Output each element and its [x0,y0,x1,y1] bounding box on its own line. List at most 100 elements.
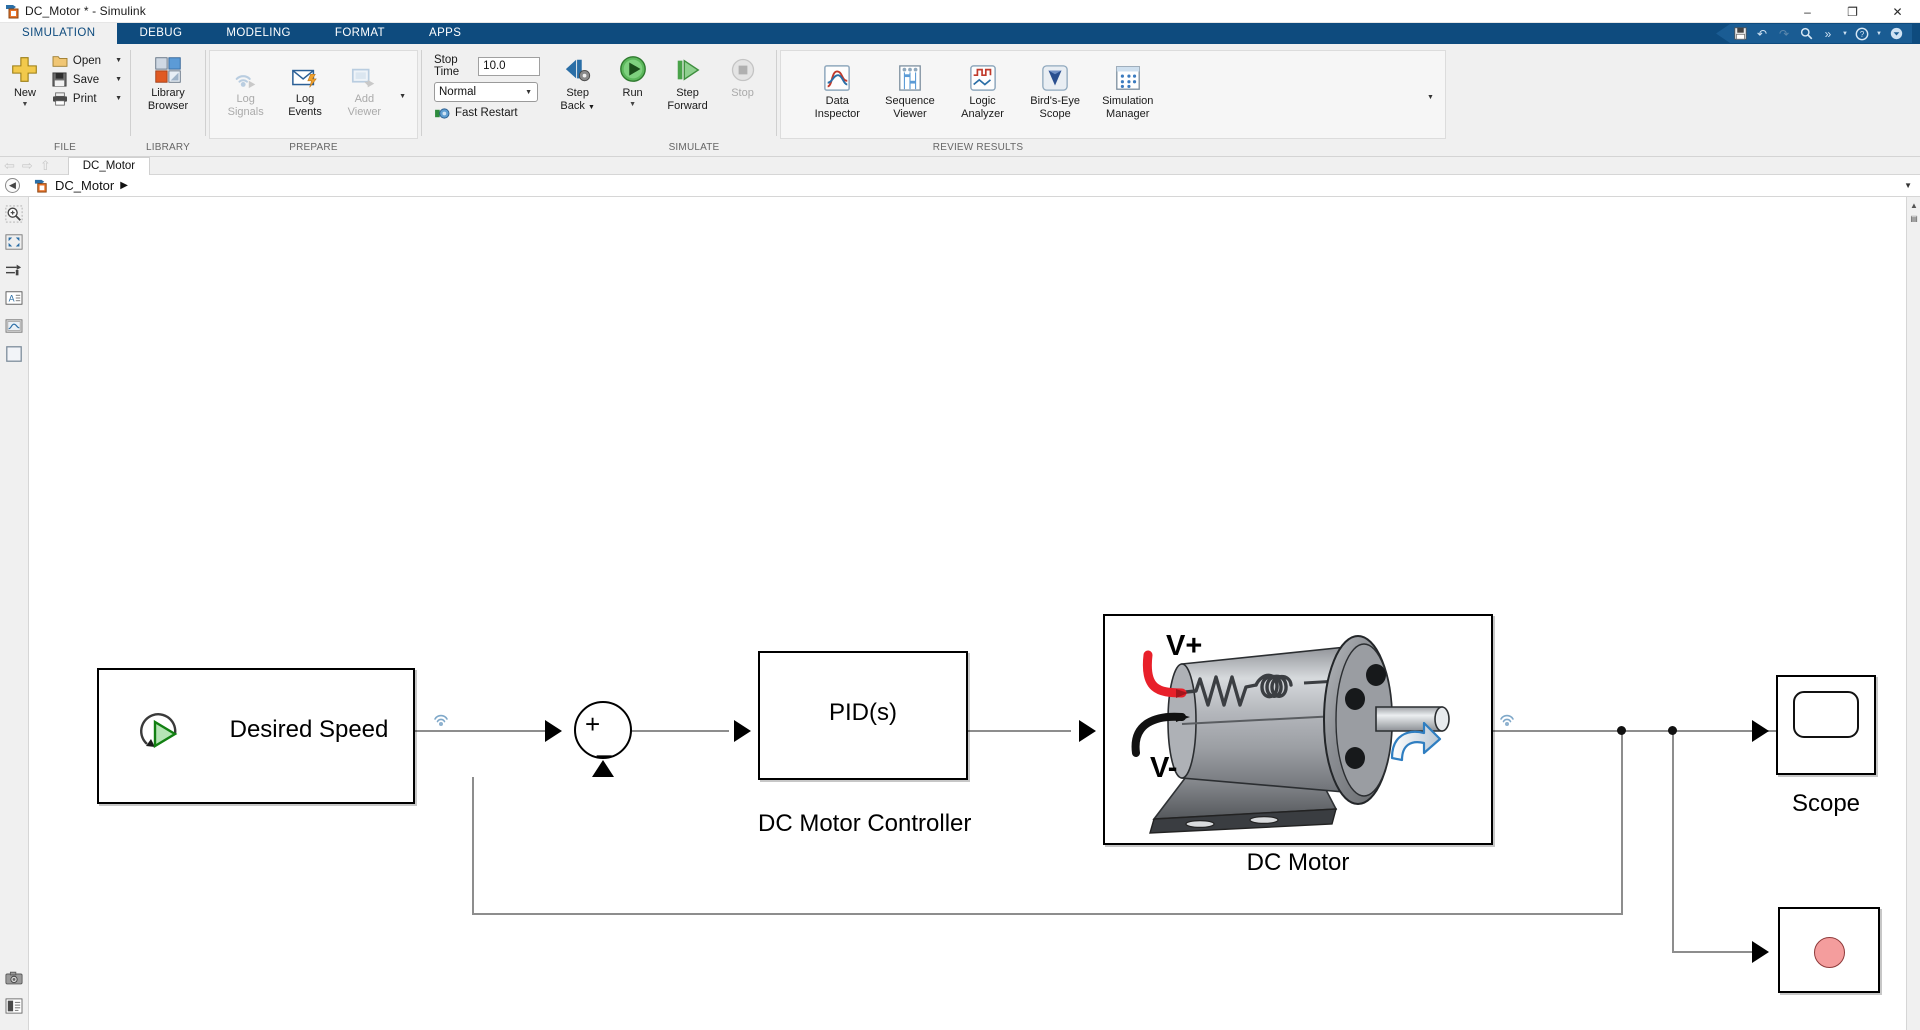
breadcrumb-arrow-icon[interactable]: ▶ [120,180,128,191]
search-icon[interactable] [1796,25,1816,42]
ribbon-group-simulate: Stop Time Normal ▼ Fast Restart [422,44,776,156]
print-button[interactable]: Print ▼ [48,89,124,108]
tab-debug[interactable]: DEBUG [117,23,204,44]
fit-to-view-icon[interactable] [3,231,25,253]
terminal-positive-label: V+ [1166,630,1202,662]
wire-feedback-down[interactable] [1621,730,1623,914]
collapse-ribbon-icon[interactable] [1886,25,1906,42]
stop-button[interactable]: Stop [715,48,770,100]
wire-branch-to-sink[interactable] [1672,730,1674,952]
ribbon-group-prepare: Log Signals Log Events Add Viewer ▼ PREP… [206,44,421,156]
area-icon[interactable] [3,343,25,365]
tab-simulation[interactable]: SIMULATION [0,23,118,44]
undo-icon[interactable]: ↶ [1752,25,1772,42]
signal-junction-2[interactable] [1668,726,1677,735]
generate-report-icon[interactable] [3,995,25,1017]
birds-eye-scope-button[interactable]: Bird's-Eye Scope [1019,56,1092,120]
signal-junction-1[interactable] [1617,726,1626,735]
log-events-button[interactable]: Log Events [275,54,334,118]
sequence-viewer-button[interactable]: Sequence Viewer [874,56,947,120]
fast-restart-toggle[interactable]: Fast Restart [434,106,540,120]
data-inspector-button[interactable]: Data Inspector [801,56,874,120]
run-caret-icon[interactable]: ▼ [629,101,636,109]
library-browser-icon [154,52,182,84]
arrow-into-pid [734,720,751,742]
nav-forward-icon[interactable]: ⇨ [22,158,33,174]
desired-speed-label: Desired Speed [229,716,389,743]
signal-logging-badge-2[interactable] [1499,711,1517,727]
save-caret-icon[interactable]: ▼ [101,76,122,83]
sequence-viewer-label: Sequence Viewer [885,95,935,120]
fast-restart-icon [434,106,450,120]
wire-feedback-left[interactable] [472,913,1623,915]
favorites-icon[interactable]: » [1818,25,1838,42]
open-button[interactable]: Open ▼ [48,51,124,70]
maximize-button[interactable]: ❐ [1830,0,1875,23]
camera-snapshot-icon[interactable] [3,967,25,989]
zoom-in-icon[interactable] [3,203,25,225]
model-tab-dc-motor[interactable]: DC_Motor [67,156,151,175]
wire-sink-horizontal[interactable] [1672,951,1752,953]
arrow-into-sink [1752,941,1769,963]
favorites-caret-icon[interactable]: ▼ [1840,25,1850,42]
wire-feedback-up[interactable] [472,777,474,914]
close-button[interactable]: ✕ [1875,0,1920,23]
signal-logging-badge-1[interactable] [433,711,451,727]
viewer-icon[interactable] [3,315,25,337]
stop-time-input[interactable] [478,56,541,76]
data-inspector-label: Data Inspector [814,95,860,120]
help-icon[interactable]: ? [1852,25,1872,42]
add-viewer-label: Add Viewer [347,93,382,118]
simulation-manager-button[interactable]: Simulation Manager [1091,56,1164,120]
wire-motor-to-junction[interactable] [1464,730,1790,732]
new-button[interactable]: New ▼ [6,48,44,109]
library-browser-label: Library Browser [147,87,189,112]
redo-icon[interactable]: ↷ [1774,25,1794,42]
review-results-more-icon[interactable]: ▼ [1422,94,1439,101]
minimize-button[interactable]: – [1785,0,1830,23]
logic-analyzer-icon [969,60,997,92]
prepare-more-icon[interactable]: ▼ [394,93,411,100]
log-signals-button[interactable]: Log Signals [216,54,275,118]
log-events-icon [291,58,319,90]
ribbon-tab-strip: SIMULATION DEBUG MODELING FORMAT APPS ↶ … [0,23,1920,44]
ribbon-group-review-results-label: REVIEW RESULTS [932,142,1024,153]
print-button-label: Print [72,92,97,105]
print-caret-icon[interactable]: ▼ [101,95,122,102]
model-canvas[interactable]: Desired Speed + _ PID(s) DC Motor Contro… [29,197,1906,1030]
add-viewer-button[interactable]: Add Viewer [335,54,394,118]
scroll-up-icon[interactable]: ▲ [1907,199,1920,212]
step-back-button[interactable]: Step Back ▼ [550,48,605,114]
simulink-model-icon [34,178,49,193]
simulink-model-icon [5,3,21,19]
nav-back-icon[interactable]: ⇦ [4,158,15,174]
annotation-icon[interactable]: A [3,287,25,309]
fast-restart-label: Fast Restart [455,107,518,119]
simulation-mode-select[interactable]: Normal ▼ [434,82,538,102]
logic-analyzer-button[interactable]: Logic Analyzer [946,56,1019,120]
run-button[interactable]: Run ▼ [605,48,660,109]
tab-format[interactable]: FORMAT [313,23,407,44]
open-caret-icon[interactable]: ▼ [101,57,122,64]
panel-options-icon[interactable]: ▤ [1907,212,1920,225]
ribbon-group-file: New ▼ Open ▼ Save ▼ Print ▼ FILE [0,44,130,156]
tab-apps[interactable]: APPS [407,23,483,44]
arrow-into-sum [545,720,562,742]
save-icon[interactable] [1730,25,1750,42]
step-forward-button[interactable]: Step Forward [660,48,715,112]
breadcrumb-back-button[interactable]: ◀ [5,178,20,193]
tab-modeling[interactable]: MODELING [204,23,313,44]
breadcrumb-label[interactable]: DC_Motor [55,178,114,193]
signal-routing-icon[interactable] [3,259,25,281]
nav-up-icon[interactable]: ⇧ [40,158,51,174]
arrow-into-motor [1079,720,1096,742]
run-icon [618,52,648,84]
library-browser-button[interactable]: Library Browser [137,48,199,112]
expand-panel-icon[interactable]: » [3,1023,25,1030]
help-caret-icon[interactable]: ▼ [1874,25,1884,42]
panel-caret-icon[interactable]: ▼ [1904,181,1912,190]
new-caret-icon[interactable]: ▼ [21,101,28,109]
log-events-label: Log Events [288,93,322,118]
simulation-config: Stop Time Normal ▼ Fast Restart [428,48,544,120]
save-button[interactable]: Save ▼ [48,70,124,89]
